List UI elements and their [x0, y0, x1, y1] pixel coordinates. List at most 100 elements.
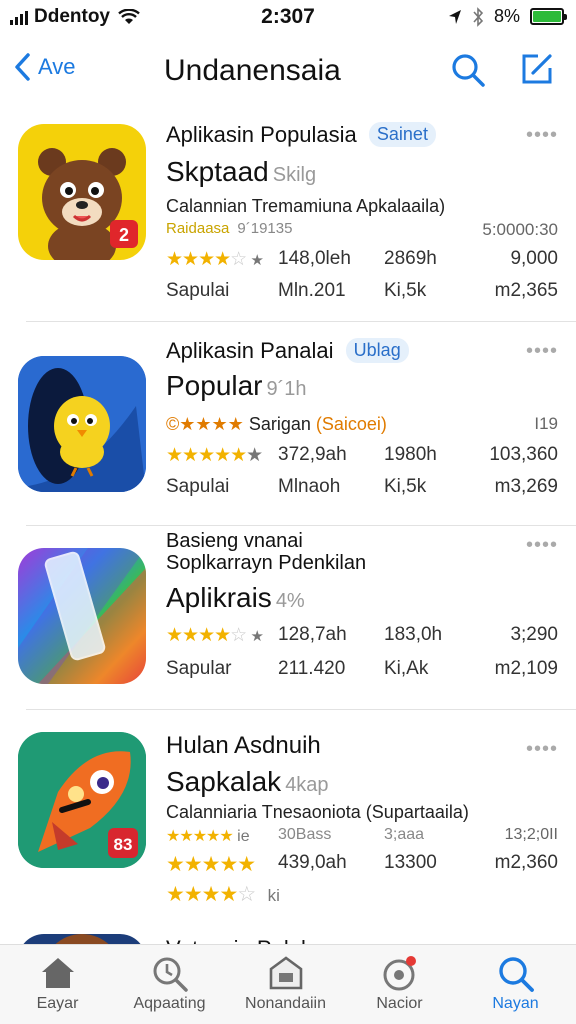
app-name-suffix: 9´1h	[266, 378, 307, 400]
meta-right: 5:0000:30	[482, 220, 558, 239]
meta-mid-2: 3;aaa	[384, 826, 425, 843]
app-name: Aplikrais	[166, 582, 272, 613]
notification-icon	[383, 956, 416, 991]
tab-inbox[interactable]: Nonandaiin	[228, 945, 343, 1024]
meta-left: Raidaasa	[166, 220, 230, 237]
app-description: Sarigan	[248, 414, 311, 434]
status-badge: Sainet	[368, 122, 436, 147]
app-title: Basieng vnanai	[166, 530, 303, 552]
status-right: 8%	[448, 6, 567, 27]
compose-icon[interactable]	[520, 52, 554, 86]
app-size: 2869h	[384, 248, 437, 269]
app-price: m2,109	[494, 658, 558, 679]
app-name: Skptaad	[166, 156, 269, 187]
app-price: m2,360	[494, 852, 558, 873]
list-item[interactable]: Basieng vnanai •••• Soplkarrayn Pdenkila…	[0, 526, 576, 710]
prism-app-icon	[18, 548, 146, 684]
meta-mid: 9´19135	[237, 220, 293, 237]
desc-tag: (Saicoei)	[315, 414, 387, 434]
rating-count: 439,0ah	[278, 852, 347, 873]
chick-app-icon	[18, 356, 146, 492]
stat-right: 103,360	[489, 444, 558, 465]
tab-label: Eayar	[36, 995, 79, 1012]
app-name-suffix: 4kap	[285, 774, 329, 796]
app-category: Sapulai	[166, 280, 230, 301]
app-category: Sapulai	[166, 476, 230, 497]
app-size: 183,0h	[384, 624, 443, 645]
tab-bar: Eayar Aqpaating Nonandaiin Nacior Nayan	[0, 944, 576, 1024]
search-icon[interactable]	[450, 52, 486, 88]
meta-stars: ★★★★★	[166, 828, 234, 845]
tab-search[interactable]: Nayan	[458, 945, 573, 1024]
meta-left: ie	[237, 828, 250, 845]
rating-stars: ★★★★☆ ★	[166, 625, 264, 646]
tab-label: Aqpaating	[133, 995, 206, 1012]
app-size: 1980h	[384, 444, 437, 465]
rating-stars: ★★★★★	[166, 853, 256, 876]
meta-right: 13;2;0II	[504, 826, 558, 843]
app-subtitle: Soplkarrayn Pdenkilan	[166, 552, 367, 574]
tab-apps[interactable]: Aqpaating	[112, 945, 227, 1024]
app-description: Calannian Tremamiuna Apkalaaila)	[166, 196, 446, 216]
app-name-suffix: Skilg	[272, 164, 317, 186]
app-k: Ki,Ak	[384, 658, 429, 679]
more-icon[interactable]: ••••	[526, 340, 558, 363]
app-name: Popular	[166, 370, 263, 401]
rating-stars: ★★★★★★	[166, 445, 263, 466]
location-icon	[448, 9, 461, 24]
back-label: Ave	[38, 54, 76, 79]
battery-icon	[530, 8, 567, 25]
tab-label: Nayan	[492, 995, 539, 1012]
app-description: Calanniaria Tnesaoniota (Supartaaila)	[166, 802, 469, 822]
rocket-app-icon: 83	[18, 732, 146, 868]
app-title: Aplikasin Panalai	[166, 338, 334, 363]
rating-count: 372,9ah	[278, 444, 347, 465]
list-item[interactable]: 83 Hulan Asdnuih •••• Sapkalak 4kap Calan…	[0, 710, 576, 922]
app-category: Sapular	[166, 658, 232, 679]
page-title: Undanensaia	[164, 54, 341, 87]
tab-label: Nonandaiin	[245, 995, 326, 1012]
status-badge: Ublag	[345, 338, 409, 363]
stat-right: 3;290	[510, 624, 558, 645]
app-list: 2 Aplikasin Populasia Sainet •••• Skptaa…	[0, 108, 576, 974]
app-price: m2,365	[494, 280, 558, 301]
app-title: Hulan Asdnuih	[166, 732, 321, 759]
app-size: 13300	[384, 852, 437, 873]
app-title: Aplikasin Populasia	[166, 122, 357, 147]
secondary-tag: ki	[267, 886, 280, 905]
battery-percent: 8%	[493, 6, 520, 26]
app-k: Ki,5k	[384, 476, 427, 497]
app-k: Ki,5k	[384, 280, 427, 301]
meta-mid: 30Bass	[278, 826, 332, 843]
rating-count: 128,7ah	[278, 624, 347, 645]
status-bar: Ddentoy 2:307 8%	[0, 0, 576, 36]
bluetooth-icon	[473, 6, 484, 27]
rating-stars: ★★★★☆ ★	[166, 249, 264, 270]
app-price: m3,269	[494, 476, 558, 497]
rating-count: 148,0leh	[278, 248, 351, 269]
app-min: 211.420	[278, 658, 346, 679]
svg-text:83: 83	[114, 835, 133, 854]
app-min: Mln.201	[278, 280, 346, 301]
home-icon	[41, 958, 74, 988]
navigation-bar: Ave Undanensaia	[0, 40, 576, 102]
app-name-suffix: 4%	[275, 590, 305, 612]
app-name: Sapkalak	[166, 766, 282, 797]
more-icon[interactable]: ••••	[526, 738, 558, 761]
list-item[interactable]: Aplikasin Panalai Ublag •••• Popular 9´1h…	[0, 322, 576, 526]
chevron-left-icon	[15, 53, 30, 81]
tab-home[interactable]: Eayar	[0, 945, 115, 1024]
list-item[interactable]: 2 Aplikasin Populasia Sainet •••• Skptaa…	[0, 108, 576, 322]
secondary-stars: ★★★★☆	[166, 883, 256, 906]
tab-label: Nacior	[376, 995, 423, 1012]
tab-notifications[interactable]: Nacior	[342, 945, 457, 1024]
more-icon[interactable]: ••••	[526, 124, 558, 147]
magnifier-icon	[153, 957, 188, 992]
desc-rating: ©★★★★	[166, 414, 244, 434]
stat-right: 9,000	[510, 248, 558, 269]
bear-app-icon: 2	[18, 124, 146, 260]
app-min: Mlnaoh	[278, 476, 341, 497]
search-icon	[498, 957, 534, 992]
meta-right: I19	[534, 414, 558, 433]
back-button[interactable]: Ave	[14, 52, 76, 82]
